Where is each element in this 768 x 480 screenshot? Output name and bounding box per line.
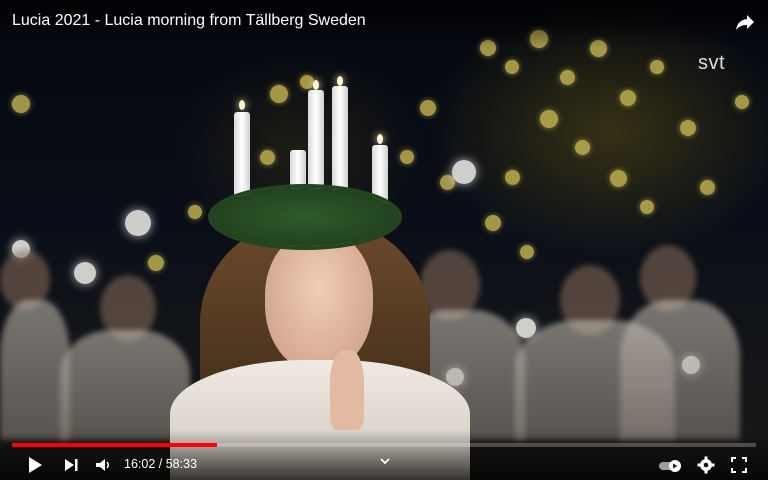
bokeh-light	[74, 262, 96, 284]
bokeh-light	[520, 245, 534, 259]
volume-icon	[96, 459, 109, 471]
bokeh-light	[452, 160, 476, 184]
bokeh-light	[188, 205, 202, 219]
channel-watermark: svt	[698, 52, 726, 74]
bokeh-light	[148, 255, 164, 271]
crowd-person	[0, 300, 70, 440]
lucia-face	[265, 232, 373, 372]
bokeh-light	[125, 210, 151, 236]
crown-candle	[332, 86, 348, 190]
candle-flame	[239, 100, 245, 110]
next-icon	[65, 459, 78, 471]
lingonberry-wreath	[212, 188, 398, 246]
next-button[interactable]	[62, 455, 80, 475]
volume-button[interactable]	[94, 455, 112, 475]
progress-played	[12, 443, 217, 447]
top-bar: Lucia 2021 - Lucia morning from Tällberg…	[0, 0, 768, 48]
bokeh-light	[260, 150, 275, 165]
bokeh-light	[640, 200, 654, 214]
bokeh-light	[620, 90, 636, 106]
bokeh-light	[610, 170, 627, 187]
settings-button[interactable]	[696, 455, 716, 475]
bokeh-light	[505, 60, 519, 74]
current-time: 16:02	[124, 457, 156, 471]
crown-candle	[234, 112, 250, 197]
bokeh-light	[700, 180, 715, 195]
gear-icon	[697, 456, 715, 474]
video-player[interactable]: Lucia 2021 - Lucia morning from Tällberg…	[0, 0, 768, 480]
candle-flame	[337, 76, 343, 86]
autoplay-toggle[interactable]	[658, 455, 682, 475]
bokeh-light	[680, 120, 696, 136]
bokeh-light	[505, 170, 520, 185]
bokeh-light	[540, 110, 558, 128]
bokeh-light	[300, 75, 314, 89]
time-display: 16:02 / 58:33	[124, 457, 197, 471]
video-title[interactable]: Lucia 2021 - Lucia morning from Tällberg…	[12, 12, 366, 30]
bokeh-light	[575, 140, 590, 155]
video-frame[interactable]	[0, 0, 768, 480]
bokeh-light	[650, 60, 664, 74]
bokeh-light	[400, 150, 414, 164]
play-icon	[29, 457, 42, 473]
bokeh-light	[735, 95, 749, 109]
share-arrow-icon	[736, 15, 754, 30]
bokeh-light	[12, 95, 30, 113]
bokeh-light	[560, 70, 575, 85]
fullscreen-button[interactable]	[729, 455, 749, 475]
bokeh-light	[420, 100, 436, 116]
bokeh-light	[485, 215, 501, 231]
progress-bar[interactable]	[12, 443, 756, 447]
chevron-down-icon	[380, 458, 390, 465]
candle-flame	[377, 134, 383, 144]
crown-candle	[290, 150, 306, 190]
chapters-button[interactable]	[378, 454, 392, 468]
share-button[interactable]	[733, 10, 757, 34]
autoplay-toggle-icon	[659, 460, 681, 472]
crowd-person	[620, 300, 740, 440]
candle-flame	[313, 80, 319, 90]
crown-candle	[308, 90, 324, 190]
duration: 58:33	[165, 457, 198, 471]
play-button[interactable]	[26, 455, 44, 475]
fullscreen-icon	[731, 457, 747, 473]
time-separator: /	[158, 457, 163, 471]
lucia-hands	[330, 350, 364, 430]
bokeh-light	[270, 85, 288, 103]
